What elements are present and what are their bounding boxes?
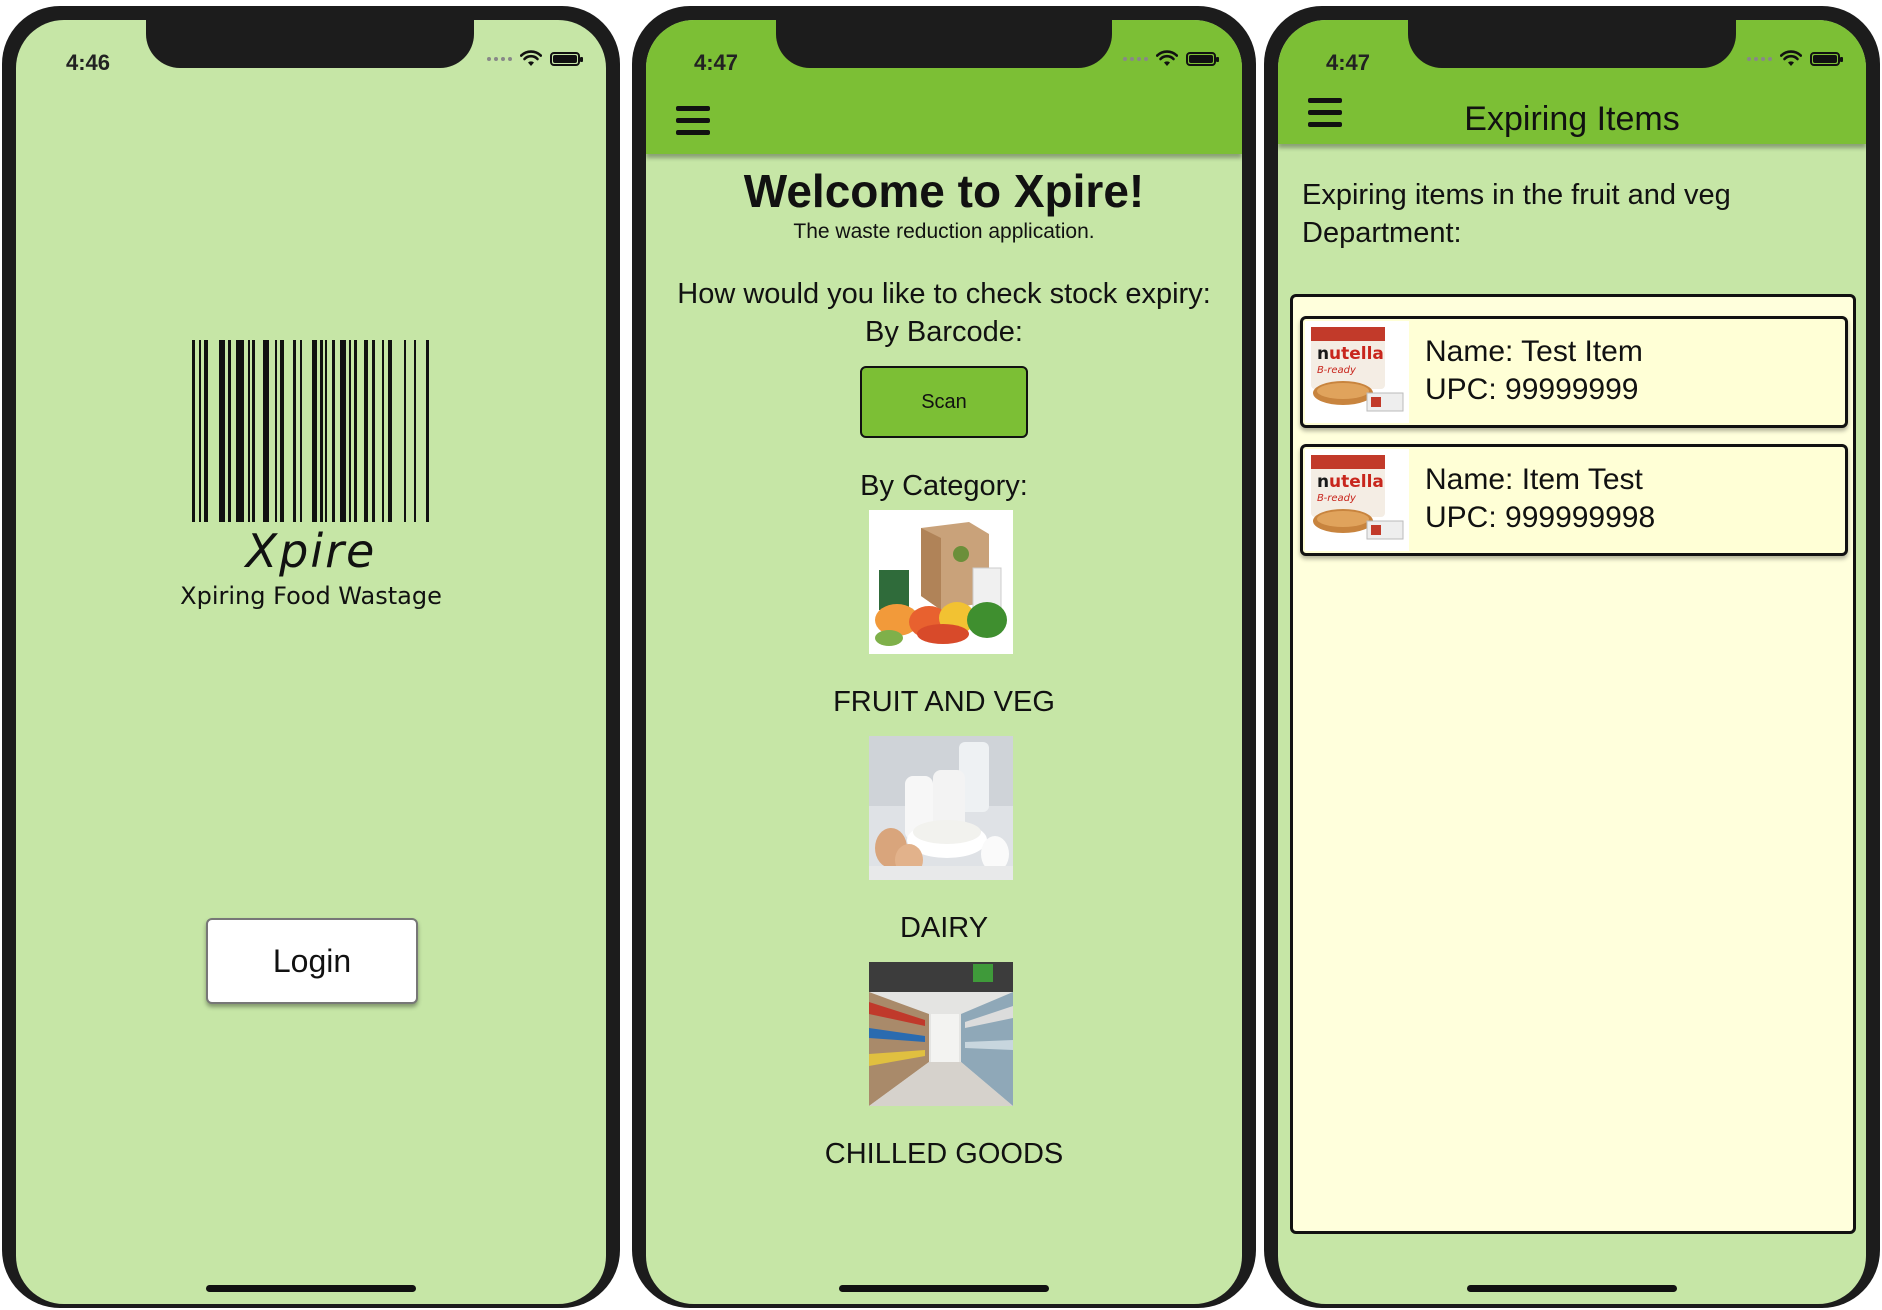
- status-time: 4:47: [694, 50, 739, 75]
- cellular-signal-icon: [487, 57, 512, 61]
- status-icons: [1123, 50, 1219, 68]
- home-indicator[interactable]: [1467, 1285, 1677, 1292]
- battery-icon: [1810, 52, 1843, 66]
- list-item[interactable]: n utella B-ready Name: Item Test UPC: 99…: [1300, 444, 1848, 556]
- home-indicator[interactable]: [839, 1285, 1049, 1292]
- status-time: 4:47: [1326, 50, 1371, 75]
- wifi-icon: [520, 50, 542, 66]
- svg-text:n: n: [1317, 472, 1329, 492]
- by-category-label: By Category:: [860, 470, 1028, 502]
- category-image-fruit-and-veg[interactable]: [869, 510, 1013, 654]
- screenshot-stage: 4:46 Xpire Xpiring Food Wastage Login 4:…: [0, 0, 1882, 1310]
- welcome-title: Welcome to Xpire!: [743, 165, 1145, 217]
- page-title: Expiring Items: [1464, 100, 1680, 138]
- nutella-b-ready-image: n utella B-ready: [1305, 449, 1409, 551]
- cellular-signal-icon: [1123, 57, 1148, 61]
- cellular-signal-icon: [1747, 57, 1772, 61]
- battery-icon: [1186, 52, 1219, 66]
- fruit-and-veg-box-image: [869, 510, 1013, 654]
- login-button[interactable]: Login: [206, 918, 418, 1004]
- phone-welcome: 4:47 Welcome to Xpire! The waste reducti…: [632, 6, 1256, 1308]
- category-label-dairy[interactable]: DAIRY: [646, 912, 1242, 945]
- category-label-fruit-and-veg[interactable]: FRUIT AND VEG: [646, 686, 1242, 719]
- department-intro: Expiring items in the fruit and veg Depa…: [1302, 179, 1731, 249]
- status-time: 4:46: [66, 50, 111, 75]
- supermarket-aisle-image: [869, 962, 1013, 1106]
- menu-hamburger-icon[interactable]: [676, 106, 710, 136]
- category-image-dairy[interactable]: [869, 736, 1013, 880]
- phone-expiring-items: 4:47 Expiring Items Expiring items in th…: [1264, 6, 1880, 1308]
- notch: [1408, 20, 1736, 68]
- login-screen: 4:46 Xpire Xpiring Food Wastage Login: [16, 20, 606, 1304]
- battery-icon: [550, 52, 583, 66]
- expiring-items-screen: 4:47 Expiring Items Expiring items in th…: [1278, 20, 1866, 1304]
- barcode-logo-icon: [192, 340, 429, 522]
- item-upc: UPC: 999999998: [1425, 501, 1656, 534]
- expiring-items-list[interactable]: [1290, 294, 1856, 1234]
- welcome-screen: 4:47 Welcome to Xpire! The waste reducti…: [646, 20, 1242, 1304]
- logo-tagline: Xpiring Food Wastage: [180, 582, 442, 610]
- wifi-icon: [1780, 50, 1802, 66]
- logo-wordmark: Xpire: [245, 524, 377, 578]
- svg-text:B-ready: B-ready: [1317, 365, 1357, 376]
- item-name: Name: Item Test: [1425, 463, 1643, 496]
- wifi-icon: [1156, 50, 1178, 66]
- svg-text:n: n: [1317, 344, 1329, 364]
- phone-login: 4:46 Xpire Xpiring Food Wastage Login: [2, 6, 620, 1308]
- list-item[interactable]: n utella B-ready Name: Test Item UPC: 99…: [1300, 316, 1848, 428]
- item-thumbnail: n utella B-ready: [1305, 321, 1409, 423]
- home-indicator[interactable]: [206, 1285, 416, 1292]
- expiry-question: How would you like to check stock expiry…: [677, 278, 1211, 310]
- item-name: Name: Test Item: [1425, 335, 1643, 368]
- notch: [776, 20, 1112, 68]
- by-barcode-label: By Barcode:: [865, 316, 1023, 348]
- status-icons: [1747, 50, 1843, 68]
- notch: [146, 20, 474, 68]
- item-upc: UPC: 99999999: [1425, 373, 1639, 406]
- nutella-b-ready-image: n utella B-ready: [1305, 321, 1409, 423]
- dairy-products-image: [869, 736, 1013, 880]
- welcome-subtitle: The waste reduction application.: [793, 220, 1095, 243]
- status-icons: [487, 50, 583, 68]
- category-label-chilled-goods[interactable]: CHILLED GOODS: [646, 1138, 1242, 1171]
- svg-text:B-ready: B-ready: [1317, 493, 1357, 504]
- scan-button[interactable]: Scan: [860, 366, 1028, 438]
- svg-text:utella: utella: [1329, 472, 1384, 492]
- category-image-chilled-goods[interactable]: [869, 962, 1013, 1106]
- svg-text:utella: utella: [1329, 344, 1384, 364]
- item-thumbnail: n utella B-ready: [1305, 449, 1409, 551]
